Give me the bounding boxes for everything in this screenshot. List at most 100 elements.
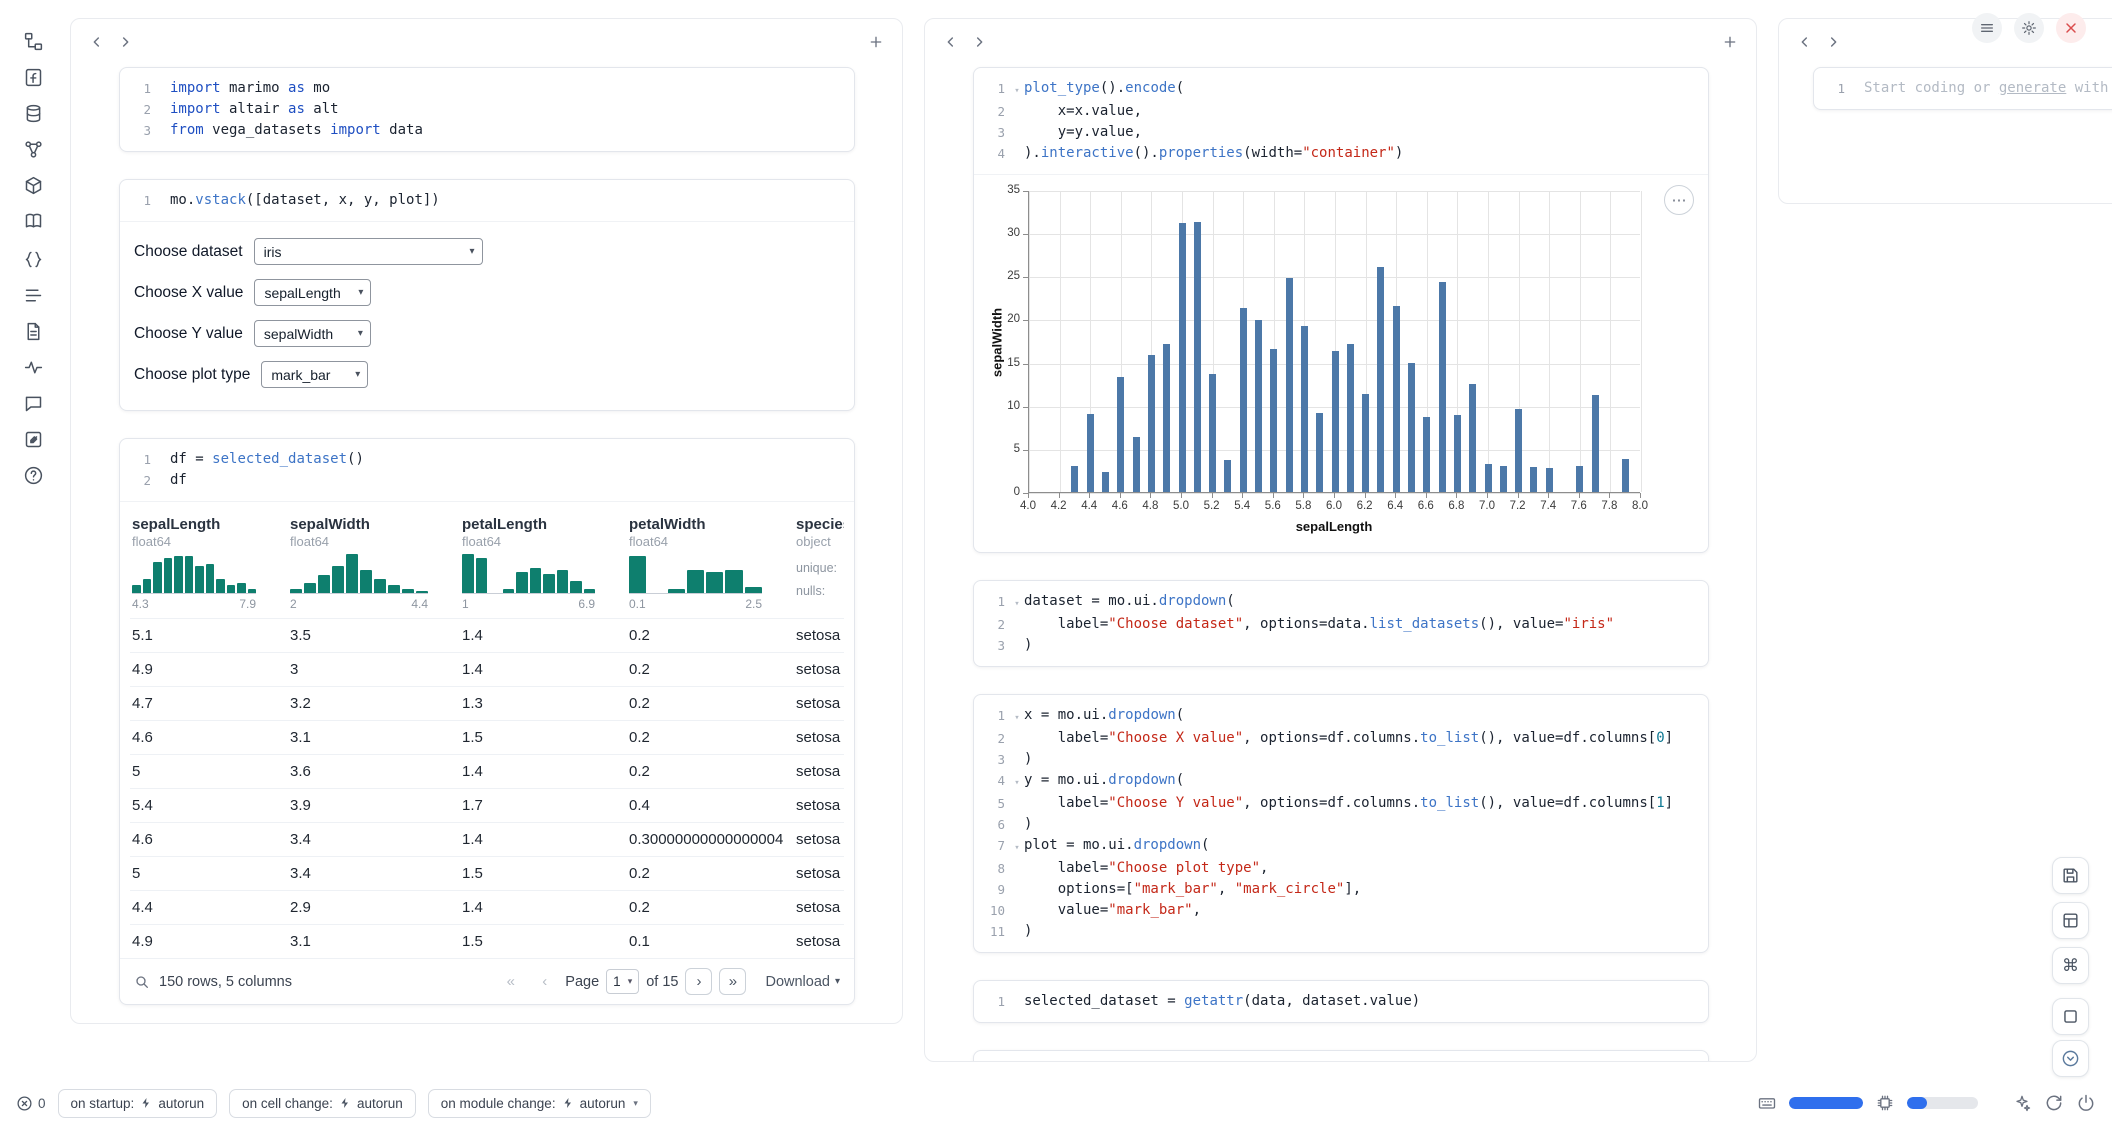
generate-with-ai-link[interactable]: generate <box>1999 80 2066 96</box>
settings-gear-icon[interactable] <box>2014 13 2044 43</box>
fold-icon <box>1010 122 1024 143</box>
chart-gridline <box>1029 191 1030 492</box>
close-icon[interactable] <box>2056 13 2086 43</box>
download-button[interactable]: Download▾ <box>765 974 840 990</box>
fold-icon[interactable]: ▾ <box>1010 835 1024 858</box>
on-module-change-pill[interactable]: on module change: autorun ▾ <box>428 1089 651 1118</box>
table-cell: 3.2 <box>288 687 460 720</box>
next-page-icon[interactable]: › <box>685 968 712 995</box>
shutdown-power-icon[interactable] <box>2076 1093 2096 1113</box>
column-header[interactable]: petalLengthfloat64 <box>460 508 627 552</box>
line-number: 2 <box>974 101 1010 122</box>
add-cell-icon[interactable] <box>1716 28 1744 56</box>
layout-panel-icon[interactable] <box>2052 902 2089 939</box>
prev-page-icon[interactable]: ‹ <box>531 968 558 995</box>
frame-mode-icon[interactable] <box>2052 998 2089 1035</box>
table-row[interactable]: 53.41.50.2setosa <box>130 856 844 890</box>
table-row[interactable]: 4.73.21.30.2setosa <box>130 686 844 720</box>
datasources-icon[interactable] <box>18 98 48 128</box>
column-right-icon[interactable] <box>111 28 139 56</box>
marimo-file-icon[interactable] <box>18 62 48 92</box>
y-tick-label: 30 <box>990 227 1020 239</box>
column-left-icon[interactable] <box>83 28 111 56</box>
keyboard-icon[interactable] <box>1757 1093 1777 1113</box>
column-right-icon[interactable] <box>965 28 993 56</box>
x-tick-mark <box>1518 493 1519 498</box>
chat-icon[interactable] <box>18 388 48 418</box>
plot-type-dropdown[interactable]: mark_bar▾ <box>261 361 368 388</box>
help-icon[interactable] <box>18 460 48 490</box>
tracing-icon[interactable] <box>18 352 48 382</box>
first-page-icon[interactable]: « <box>497 968 524 995</box>
scratchpad-icon[interactable] <box>18 424 48 454</box>
fold-icon <box>156 78 170 99</box>
table-row[interactable]: 4.931.40.2setosa <box>130 652 844 686</box>
dataset-dropdown[interactable]: iris▾ <box>254 238 483 265</box>
fold-icon <box>156 120 170 141</box>
table-cell: 4.4 <box>130 891 288 924</box>
snippets-icon[interactable] <box>18 244 48 274</box>
chart-actions-icon[interactable]: ⋯ <box>1664 185 1694 215</box>
notebook-column-2: 1▾plot_type().encode(2 x=x.value,3 y=y.v… <box>924 18 1757 1062</box>
code-editor[interactable]: 1▾x = mo.ui.dropdown(2 label="Choose X v… <box>974 695 1708 952</box>
x-value-dropdown[interactable]: sepalLength▾ <box>254 279 371 306</box>
x-tick-label: 6.0 <box>1318 500 1350 512</box>
logs-icon[interactable] <box>18 280 48 310</box>
y-value-dropdown[interactable]: sepalWidth▾ <box>254 320 371 347</box>
table-row[interactable]: 5.43.91.70.4setosa <box>130 788 844 822</box>
code-editor[interactable]: 1import marimo as mo2import altair as al… <box>120 68 854 151</box>
column-header[interactable]: sepalLengthfloat64 <box>130 508 288 552</box>
column-header[interactable]: sepalWidthfloat64 <box>288 508 460 552</box>
table-cell: 0.2 <box>627 891 794 924</box>
code-editor[interactable]: 1plot_type = getattr(alt.Chart(df), plot… <box>974 1051 1708 1061</box>
column-left-icon[interactable] <box>937 28 965 56</box>
keyboard-shortcuts-icon[interactable]: ⌘ <box>2052 947 2089 984</box>
column-header[interactable]: speciesobject <box>794 508 844 552</box>
table-row[interactable]: 5.13.51.40.2setosa <box>130 618 844 652</box>
code-editor[interactable]: 1▾dataset = mo.ui.dropdown(2 label="Choo… <box>974 581 1708 666</box>
variables-icon[interactable] <box>18 134 48 164</box>
error-count[interactable]: 0 <box>16 1095 46 1112</box>
save-icon[interactable] <box>2052 857 2089 894</box>
cell-dataframe: 1df = selected_dataset()2df sepalLengthf… <box>119 438 855 1005</box>
chart-bar <box>1163 344 1170 492</box>
on-startup-pill[interactable]: on startup: autorun <box>58 1089 218 1118</box>
ai-sparkles-icon[interactable] <box>2012 1093 2032 1113</box>
cell-selected-dataset: 1selected_dataset = getattr(data, datase… <box>973 980 1709 1023</box>
table-row[interactable]: 4.63.11.50.2setosa <box>130 720 844 754</box>
fold-icon[interactable]: ▾ <box>1010 591 1024 614</box>
table-cell: setosa <box>794 789 844 822</box>
fold-icon[interactable]: ▾ <box>1010 770 1024 793</box>
code-editor[interactable]: 1 Start coding or generate with AI <box>1814 68 2112 109</box>
fold-icon[interactable]: ▾ <box>1010 78 1024 101</box>
column-header[interactable]: petalWidthfloat64 <box>627 508 794 552</box>
last-page-icon[interactable]: » <box>719 968 746 995</box>
line-number: 2 <box>120 99 156 120</box>
page-select[interactable]: 1▾ <box>606 969 639 994</box>
search-icon[interactable] <box>134 974 150 990</box>
chart-plot-area[interactable] <box>1028 191 1640 493</box>
dataframe-table: sepalLengthfloat64sepalWidthfloat64petal… <box>130 508 844 958</box>
add-cell-icon[interactable] <box>862 28 890 56</box>
menu-icon[interactable] <box>1972 13 2002 43</box>
column-left-icon[interactable] <box>1791 28 1819 56</box>
code-editor[interactable]: 1mo.vstack([dataset, x, y, plot]) <box>120 180 854 221</box>
fold-icon[interactable]: ▾ <box>1010 705 1024 728</box>
documentation-icon[interactable] <box>18 316 48 346</box>
table-row[interactable]: 4.63.41.40.30000000000000004setosa <box>130 822 844 856</box>
code-editor[interactable]: 1▾plot_type().encode(2 x=x.value,3 y=y.v… <box>974 68 1708 174</box>
table-cell: 1.3 <box>460 687 627 720</box>
notebook-icon[interactable] <box>18 206 48 236</box>
packages-icon[interactable] <box>18 170 48 200</box>
scroll-down-icon[interactable] <box>2052 1040 2089 1077</box>
table-row[interactable]: 53.61.40.2setosa <box>130 754 844 788</box>
restart-kernel-icon[interactable] <box>2044 1093 2064 1113</box>
file-explorer-icon[interactable] <box>18 26 48 56</box>
column-right-icon[interactable] <box>1819 28 1847 56</box>
table-cell: setosa <box>794 925 844 958</box>
code-editor[interactable]: 1df = selected_dataset()2df <box>120 439 854 501</box>
on-cell-change-pill[interactable]: on cell change: autorun <box>229 1089 416 1118</box>
code-editor[interactable]: 1selected_dataset = getattr(data, datase… <box>974 981 1708 1022</box>
table-row[interactable]: 4.93.11.50.1setosa <box>130 924 844 958</box>
table-row[interactable]: 4.42.91.40.2setosa <box>130 890 844 924</box>
